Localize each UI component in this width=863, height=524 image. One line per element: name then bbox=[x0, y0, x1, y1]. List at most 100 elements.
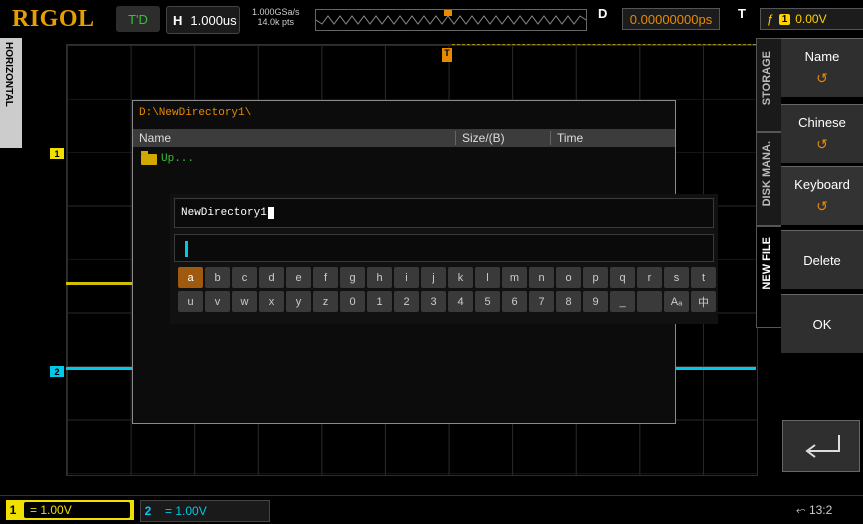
key-s[interactable]: s bbox=[664, 267, 689, 288]
up-label: Up... bbox=[161, 153, 195, 165]
key-p[interactable]: p bbox=[583, 267, 608, 288]
key-7[interactable]: 7 bbox=[529, 291, 554, 312]
file-list-header: Name Size/(B) Time bbox=[133, 129, 675, 147]
trigger-position-marker: T bbox=[442, 48, 452, 62]
key-3[interactable]: 3 bbox=[421, 291, 446, 312]
key-b[interactable]: b bbox=[205, 267, 230, 288]
knob-icon: ↺ bbox=[816, 70, 828, 86]
key-e[interactable]: e bbox=[286, 267, 311, 288]
up-directory-entry[interactable]: Up... bbox=[141, 150, 195, 165]
key-o[interactable]: o bbox=[556, 267, 581, 288]
key-z[interactable]: z bbox=[313, 291, 338, 312]
input-cursor bbox=[185, 241, 188, 257]
key-_[interactable]: _ bbox=[610, 291, 635, 312]
key-l[interactable]: l bbox=[475, 267, 500, 288]
usb-icon: ⬿ bbox=[796, 503, 806, 517]
key-0[interactable]: 0 bbox=[340, 291, 365, 312]
key-y[interactable]: y bbox=[286, 291, 311, 312]
ok-softkey[interactable]: OK bbox=[781, 294, 863, 353]
rigol-logo: RIGOL bbox=[12, 6, 95, 32]
enter-return-icon bbox=[805, 435, 840, 458]
key-v[interactable]: v bbox=[205, 291, 230, 312]
trigger-level-line bbox=[452, 44, 756, 47]
key-d[interactable]: d bbox=[259, 267, 284, 288]
name-softkey[interactable]: Name ↺ bbox=[781, 38, 863, 97]
waveform-overview bbox=[315, 9, 587, 31]
key-u[interactable]: u bbox=[178, 291, 203, 312]
sample-info: 1.000GSa/s 14.0k pts bbox=[252, 7, 300, 27]
keyboard-row-2: u v w x y z 0 1 2 3 4 5 6 7 8 9 _ Aₐ 中 bbox=[178, 291, 716, 312]
key-1[interactable]: 1 bbox=[367, 291, 392, 312]
ch1-marker: 1 bbox=[50, 148, 64, 159]
key-Aₐ[interactable]: Aₐ bbox=[664, 291, 689, 312]
key-r[interactable]: r bbox=[637, 267, 662, 288]
ch2-scale-badge[interactable]: 2 = 1.00V bbox=[140, 500, 270, 522]
key-t[interactable]: t bbox=[691, 267, 716, 288]
key-n[interactable]: n bbox=[529, 267, 554, 288]
trigger-settings[interactable]: ƒ 1 0.00V bbox=[760, 8, 863, 30]
chinese-softkey[interactable]: Chinese ↺ bbox=[781, 104, 863, 163]
delete-softkey-label: Delete bbox=[803, 252, 841, 268]
key-c[interactable]: c bbox=[232, 267, 257, 288]
key-q[interactable]: q bbox=[610, 267, 635, 288]
trigger-level: 0.00V bbox=[795, 12, 827, 26]
key-9[interactable]: 9 bbox=[583, 291, 608, 312]
delay-key-label: D bbox=[598, 6, 608, 21]
key-8[interactable]: 8 bbox=[556, 291, 581, 312]
folder-up-icon bbox=[141, 150, 157, 165]
key-w[interactable]: w bbox=[232, 291, 257, 312]
key-blank[interactable] bbox=[637, 291, 662, 312]
virtual-keyboard-panel: NewDirectory1 abcdefghijklmnopqrst uvwxy… bbox=[170, 194, 718, 324]
ch2-marker: 2 bbox=[50, 366, 64, 377]
key-i[interactable]: i bbox=[394, 267, 419, 288]
softkey-menu: Name ↺ Chinese ↺ Keyboard ↺ Delete OK bbox=[781, 38, 863, 478]
key-h[interactable]: h bbox=[367, 267, 392, 288]
delay-value[interactable]: 0.00000000ps bbox=[622, 8, 720, 30]
input-field[interactable] bbox=[174, 234, 714, 262]
tab-storage[interactable]: STORAGE bbox=[756, 38, 782, 132]
keyboard-softkey-label: Keyboard bbox=[794, 177, 850, 192]
key-4[interactable]: 4 bbox=[448, 291, 473, 312]
key-j[interactable]: j bbox=[421, 267, 446, 288]
key-中[interactable]: 中 bbox=[691, 291, 716, 312]
key-g[interactable]: g bbox=[340, 267, 365, 288]
horizontal-tab-label: HORIZONTAL bbox=[3, 42, 14, 107]
ch2-trace bbox=[676, 367, 756, 370]
tab-disk-manager[interactable]: DISK MANA. bbox=[756, 132, 782, 226]
ch1-number: 1 bbox=[9, 503, 17, 517]
text-caret bbox=[267, 207, 274, 219]
timebase-display[interactable]: H 1.000us bbox=[166, 6, 240, 34]
usb-clock: ⬿ 13:2 bbox=[796, 503, 832, 518]
trigger-source: 1 bbox=[778, 13, 791, 25]
overview-wave-icon bbox=[315, 10, 587, 25]
memory-depth: 14.0k pts bbox=[257, 17, 295, 27]
ch1-scale: = 1.00V bbox=[24, 502, 130, 518]
chinese-softkey-label: Chinese bbox=[798, 115, 846, 130]
key-m[interactable]: m bbox=[502, 267, 527, 288]
key-2[interactable]: 2 bbox=[394, 291, 419, 312]
sample-rate: 1.000GSa/s bbox=[252, 7, 300, 17]
key-x[interactable]: x bbox=[259, 291, 284, 312]
enter-button[interactable] bbox=[782, 420, 860, 472]
ch2-number: 2 bbox=[144, 504, 152, 518]
trigger-status: T'D bbox=[116, 6, 160, 32]
tab-new-file[interactable]: NEW FILE bbox=[756, 226, 782, 328]
keyboard-softkey[interactable]: Keyboard ↺ bbox=[781, 166, 863, 225]
column-name: Name bbox=[133, 131, 456, 145]
column-time: Time bbox=[557, 131, 584, 145]
knob-icon: ↺ bbox=[816, 198, 828, 214]
knob-icon: ↺ bbox=[816, 136, 828, 152]
horizontal-key-label: H bbox=[173, 12, 183, 28]
trigger-key-label: T bbox=[738, 6, 746, 21]
key-6[interactable]: 6 bbox=[502, 291, 527, 312]
key-k[interactable]: k bbox=[448, 267, 473, 288]
ch1-trace bbox=[66, 282, 132, 285]
key-f[interactable]: f bbox=[313, 267, 338, 288]
horizontal-tab: HORIZONTAL bbox=[0, 38, 22, 148]
ok-softkey-label: OK bbox=[812, 316, 832, 332]
ch1-scale-badge[interactable]: 1 = 1.00V bbox=[6, 500, 134, 520]
delete-softkey[interactable]: Delete bbox=[781, 230, 863, 289]
key-a[interactable]: a bbox=[178, 267, 203, 288]
key-5[interactable]: 5 bbox=[475, 291, 500, 312]
filename-field[interactable]: NewDirectory1 bbox=[174, 198, 714, 228]
